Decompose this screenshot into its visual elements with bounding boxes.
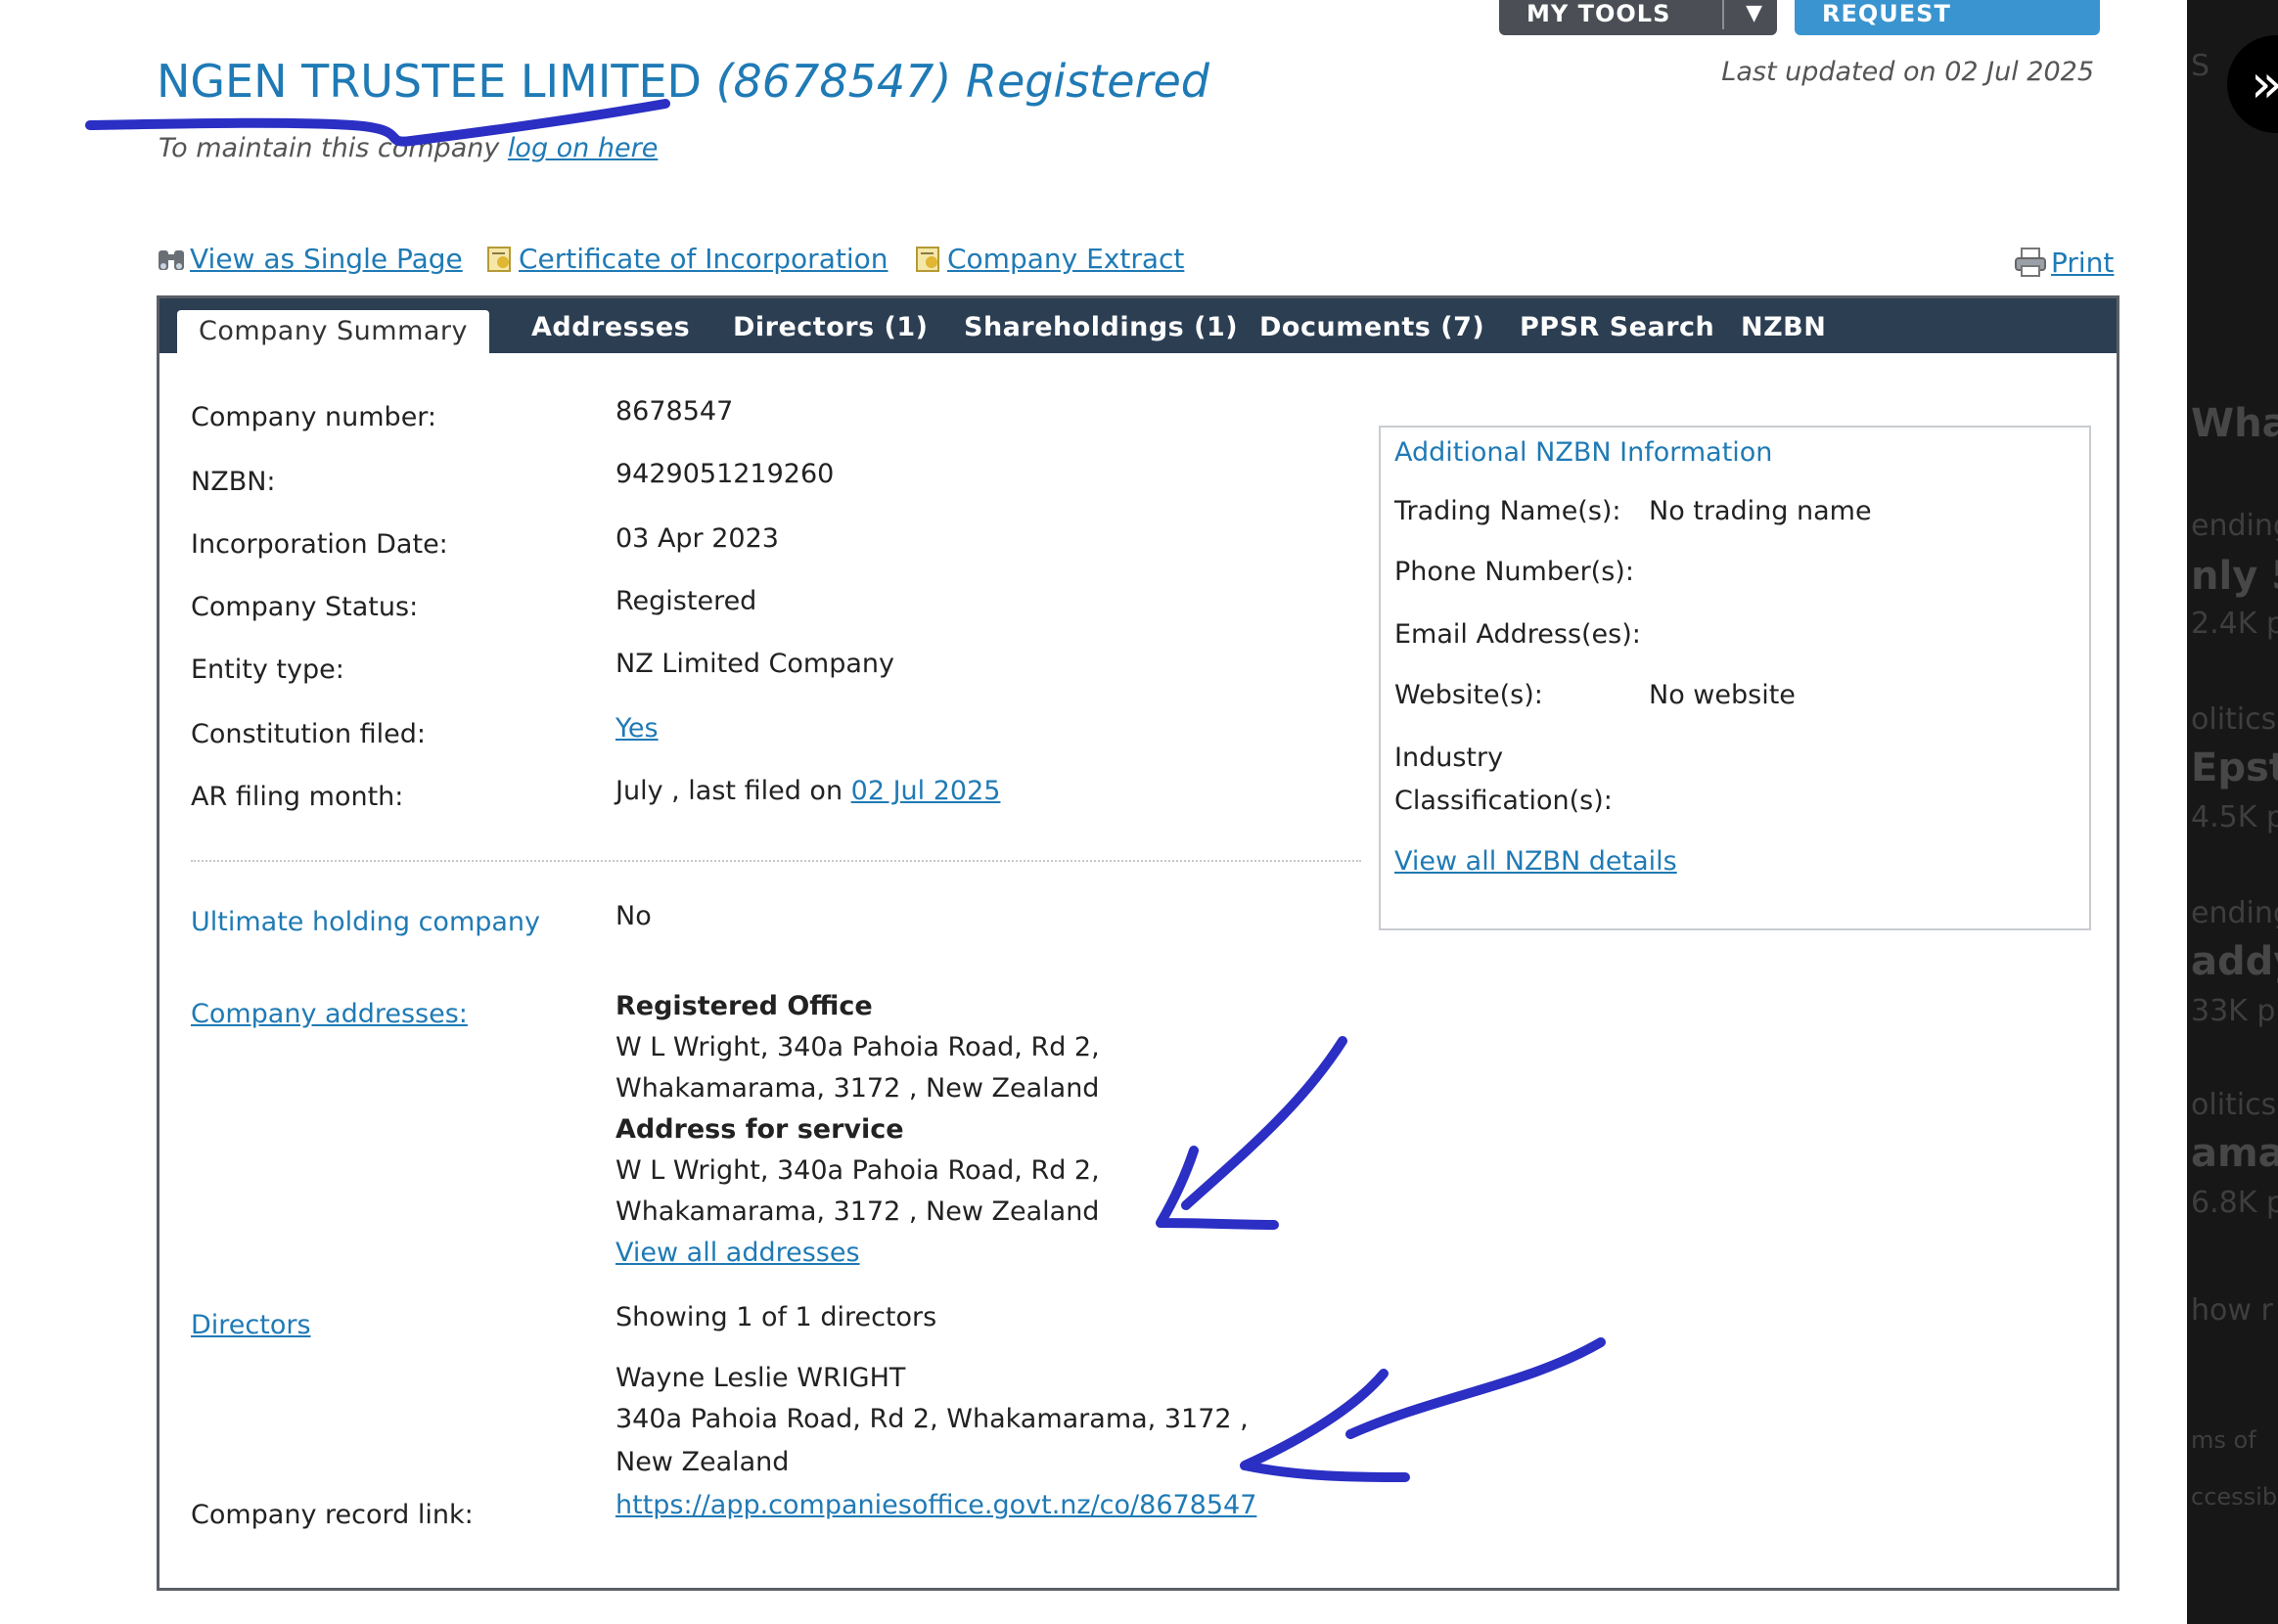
director-address-line2: New Zealand [615, 1447, 790, 1477]
company-panel: Company Summary Addresses Directors (1) … [157, 295, 2119, 1591]
print-link[interactable]: Print [2014, 247, 2114, 285]
registered-office-line2: Whakamarama, 3172 , New Zealand [615, 1073, 1100, 1104]
nzbn-info-box: Additional NZBN Information Trading Name… [1379, 426, 2091, 930]
address-for-service-line1: W L Wright, 340a Pahoia Road, Rd 2, [615, 1155, 1100, 1186]
phone-label: Phone Number(s): [1394, 557, 1634, 587]
binoculars-icon [157, 245, 186, 281]
tab-ppsr-search[interactable]: PPSR Search [1520, 298, 1714, 353]
background-page-strip: S What ending nly 5 2.4K p olitics Epste… [2187, 0, 2278, 1624]
company-status-label: Company Status: [191, 592, 419, 622]
website-label: Website(s): [1394, 680, 1543, 710]
address-for-service-heading: Address for service [615, 1114, 904, 1145]
request-authority-button[interactable]: REQUEST AUTHORITY » [1795, 0, 2100, 78]
company-addresses-link[interactable]: Company addresses: [191, 999, 468, 1029]
nzbn-label: NZBN: [191, 467, 276, 497]
trading-name-value: No trading name [1649, 496, 1872, 526]
tab-directors[interactable]: Directors (1) [733, 298, 929, 353]
my-tools-label: MY TOOLS [1526, 0, 1671, 27]
my-tools-button[interactable]: MY TOOLS ▼ [1499, 0, 1777, 35]
tab-bar: Company Summary Addresses Directors (1) … [159, 298, 2117, 355]
constitution-link[interactable]: Yes [615, 713, 659, 744]
tab-company-summary[interactable]: Company Summary [177, 310, 490, 355]
chevron-down-icon[interactable]: ▼ [1746, 0, 1763, 39]
director-name: Wayne Leslie WRIGHT [615, 1363, 906, 1393]
tab-nzbn[interactable]: NZBN [1741, 298, 1826, 353]
incorporation-date-value: 03 Apr 2023 [615, 523, 779, 554]
trading-name-label: Trading Name(s): [1394, 496, 1621, 526]
double-chevron-right-icon: » [2251, 53, 2278, 114]
document-icon [914, 245, 943, 281]
nzbn-value: 9429051219260 [615, 459, 835, 489]
company-number-value: 8678547 [615, 396, 734, 427]
directors-link[interactable]: Directors [191, 1310, 311, 1340]
ultimate-holding-label: Ultimate holding company [191, 907, 541, 937]
company-name: NGEN TRUSTEE LIMITED [157, 55, 702, 108]
registered-office-heading: Registered Office [615, 991, 873, 1021]
entity-type-label: Entity type: [191, 654, 344, 685]
registered-office-line1: W L Wright, 340a Pahoia Road, Rd 2, [615, 1032, 1100, 1062]
ultimate-holding-value: No [615, 901, 652, 931]
tab-addresses[interactable]: Addresses [531, 298, 690, 353]
company-record-label: Company record link: [191, 1500, 474, 1530]
nzbn-box-title: Additional NZBN Information [1394, 437, 1773, 468]
website-value: No website [1649, 680, 1796, 710]
company-number-title: (8678547) [715, 55, 952, 108]
log-on-link[interactable]: log on here [508, 133, 658, 163]
director-address-line1: 340a Pahoia Road, Rd 2, Whakamarama, 317… [615, 1404, 1249, 1434]
maintain-note: To maintain this company log on here [159, 133, 659, 163]
constitution-label: Constitution filed: [191, 719, 426, 749]
company-record-link[interactable]: https://app.companiesoffice.govt.nz/co/8… [615, 1490, 1256, 1520]
ar-filing-value: July , last filed on 02 Jul 2025 [615, 776, 1001, 806]
email-label: Email Address(es): [1394, 619, 1641, 650]
page-title: NGEN TRUSTEE LIMITED (8678547) Registere… [157, 55, 1209, 108]
directors-showing: Showing 1 of 1 directors [615, 1302, 937, 1332]
ar-filing-label: AR filing month: [191, 782, 404, 812]
company-status-title: Registered [965, 55, 1209, 108]
entity-type-value: NZ Limited Company [615, 649, 894, 679]
certificate-icon [485, 245, 515, 281]
address-for-service-line2: Whakamarama, 3172 , New Zealand [615, 1196, 1100, 1227]
view-all-addresses-link[interactable]: View all addresses [615, 1238, 860, 1268]
last-updated: Last updated on 02 Jul 2025 [1721, 57, 2094, 87]
certificate-link[interactable]: Certificate of Incorporation [485, 243, 888, 281]
company-extract-link[interactable]: Company Extract [914, 243, 1184, 281]
industry-label-line2: Classification(s): [1394, 786, 1613, 816]
view-single-page-link[interactable]: View as Single Page [157, 243, 463, 281]
tab-documents[interactable]: Documents (7) [1259, 298, 1484, 353]
ar-filed-date-link[interactable]: 02 Jul 2025 [851, 776, 1001, 806]
printer-icon [2014, 247, 2047, 285]
divider [191, 860, 1361, 862]
tab-shareholdings[interactable]: Shareholdings (1) [964, 298, 1238, 353]
incorporation-date-label: Incorporation Date: [191, 529, 448, 560]
industry-label-line1: Industry [1394, 743, 1504, 773]
view-all-nzbn-link[interactable]: View all NZBN details [1394, 846, 1677, 877]
company-status-value: Registered [615, 586, 757, 616]
company-number-label: Company number: [191, 402, 437, 432]
